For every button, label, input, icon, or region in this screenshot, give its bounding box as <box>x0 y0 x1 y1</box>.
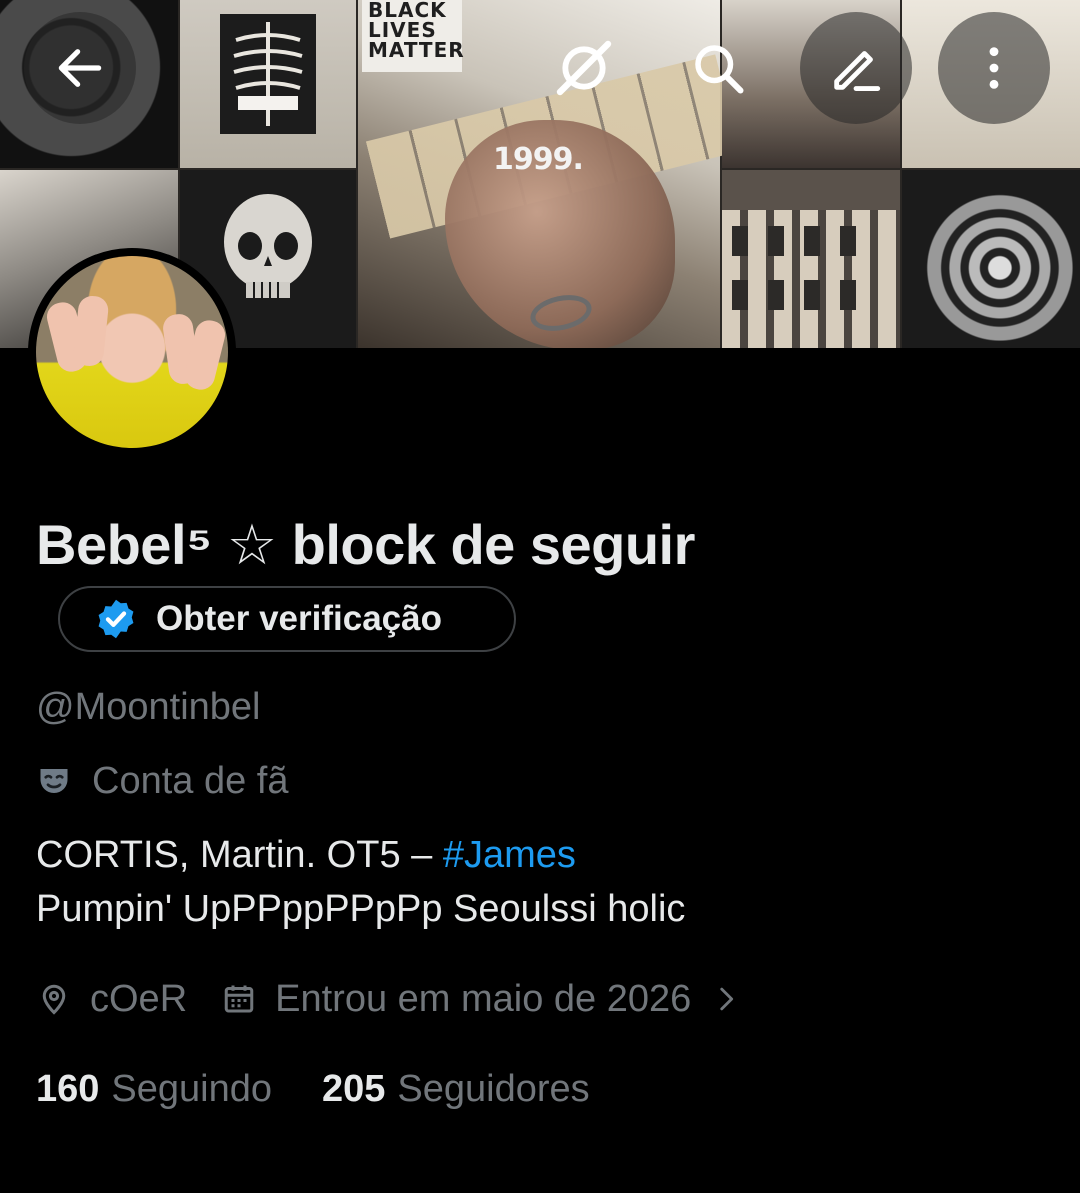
more-options-button[interactable] <box>938 12 1050 124</box>
following-label: Seguindo <box>111 1068 272 1110</box>
grok-button[interactable] <box>528 12 640 124</box>
back-button[interactable] <box>24 12 136 124</box>
profile-avatar[interactable] <box>28 248 236 456</box>
follow-stats: 160 Seguindo 205 Seguidores <box>36 1062 590 1116</box>
building-illustration <box>722 170 900 310</box>
calendar-icon <box>224 985 254 1013</box>
followers-stat-link[interactable]: 205 Seguidores <box>322 1062 590 1116</box>
banner-sign-text: BLACK LIVES MATTER <box>362 0 464 72</box>
display-name: Bebel⁵ ☆ block de seguir <box>36 513 695 576</box>
banner-tile-skeleton <box>180 0 356 168</box>
arrow-left-icon <box>58 49 102 87</box>
bio-line-1-text: CORTIS, Martin. OT5 – <box>36 834 443 876</box>
followers-count: 205 <box>322 1068 386 1110</box>
get-verified-button[interactable]: Obter verificação <box>58 586 516 652</box>
theater-masks-icon <box>40 769 68 793</box>
user-handle: @Moontinbel <box>36 686 261 728</box>
search-button[interactable] <box>662 12 774 124</box>
category-label: Conta de fã <box>92 760 289 802</box>
chevron-right-icon <box>720 987 734 1011</box>
skeleton-illustration <box>220 14 316 134</box>
grok-icon <box>556 40 612 96</box>
joined-date-item[interactable]: Entrou em maio de 2026 <box>221 972 743 1026</box>
bio-line-2: Pumpin' UpPPppPPpPp Seoulssi holic <box>36 888 686 930</box>
profile-meta: cOeR Entrou em maio de 2026 <box>36 972 743 1026</box>
location-item: cOeR <box>36 972 187 1026</box>
verified-badge-icon <box>98 599 134 639</box>
following-count: 160 <box>36 1068 100 1110</box>
location-pin-icon <box>42 984 66 1015</box>
get-verified-label: Obter verificação <box>156 599 442 638</box>
followers-label: Seguidores <box>397 1068 590 1110</box>
bio-hashtag-link[interactable]: #James <box>443 834 576 876</box>
banner-year-text: 1999. <box>493 142 584 177</box>
edit-button[interactable] <box>800 12 912 124</box>
search-icon <box>695 45 744 94</box>
profile-category: Conta de fã <box>36 756 288 806</box>
banner-tile-building <box>722 170 900 348</box>
more-vertical-icon <box>989 47 999 89</box>
location-text: cOeR <box>90 978 188 1020</box>
joined-date-text: Entrou em maio de 2026 <box>275 978 692 1020</box>
following-stat-link[interactable]: 160 Seguindo <box>36 1062 272 1116</box>
edit-pencil-icon <box>834 51 881 91</box>
bio-line-1: CORTIS, Martin. OT5 – #James <box>36 828 685 882</box>
avatar-photo <box>36 256 228 448</box>
banner-tile-staircase <box>902 170 1080 348</box>
profile-bio: CORTIS, Martin. OT5 – #James Pumpin' UpP… <box>36 828 685 936</box>
